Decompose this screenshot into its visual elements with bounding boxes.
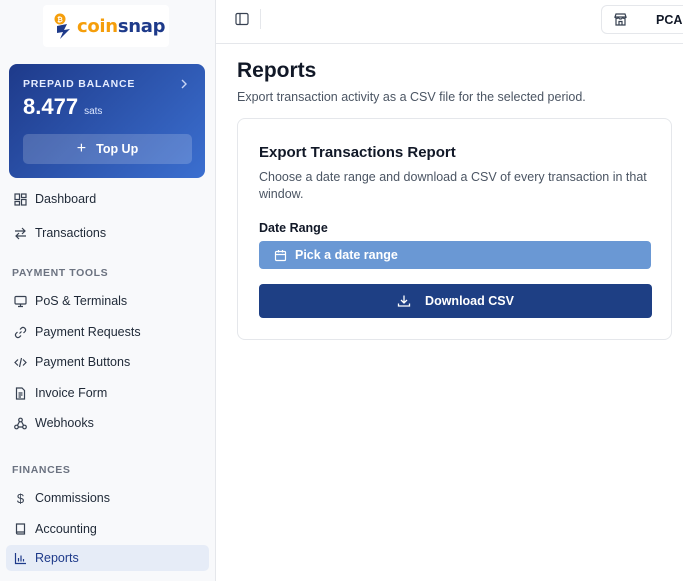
- sidebar-item-webhooks[interactable]: Webhooks: [6, 410, 209, 436]
- link-icon: [14, 326, 27, 339]
- download-csv-button[interactable]: Download CSV: [259, 284, 652, 318]
- topbar-divider: [260, 9, 261, 29]
- section-label-payment-tools: PAYMENT TOOLS: [12, 267, 109, 279]
- sidebar-item-payment-requests[interactable]: Payment Requests: [6, 319, 209, 345]
- page-title: Reports: [237, 59, 317, 82]
- top-up-label: Top Up: [96, 142, 139, 156]
- sidebar-item-commissions[interactable]: $ Commissions: [6, 485, 209, 511]
- sidebar-item-dashboard[interactable]: Dashboard: [6, 186, 209, 212]
- sidebar-toggle-icon[interactable]: [235, 12, 249, 26]
- store-name: PCA: [656, 12, 683, 27]
- sidebar-item-label: Reports: [35, 551, 79, 565]
- sidebar: ₿ coinsnap PREPAID BALANCE 8.477 sats + …: [0, 0, 216, 581]
- download-button-label: Download CSV: [425, 294, 514, 308]
- sidebar-item-payment-buttons[interactable]: Payment Buttons: [6, 349, 209, 375]
- transfer-arrows-icon: [14, 227, 27, 240]
- bar-chart-icon: [14, 552, 27, 565]
- dollar-icon: $: [16, 490, 25, 506]
- monitor-icon: [14, 295, 27, 308]
- balance-title: PREPAID BALANCE: [23, 78, 136, 90]
- dashboard-icon: [14, 192, 27, 206]
- date-range-button-label: Pick a date range: [295, 248, 398, 262]
- date-range-label: Date Range: [259, 221, 328, 235]
- sidebar-item-label: Invoice Form: [35, 386, 108, 400]
- chevron-right-icon[interactable]: [179, 77, 189, 92]
- sidebar-item-label: Accounting: [35, 522, 97, 536]
- balance-unit: sats: [84, 106, 103, 117]
- store-selector-button[interactable]: PCA: [601, 5, 683, 34]
- section-label-finances: FINANCES: [12, 464, 71, 476]
- sidebar-item-transactions[interactable]: Transactions: [6, 220, 209, 246]
- card-title: Export Transactions Report: [259, 144, 456, 161]
- webhook-icon: [14, 417, 27, 430]
- date-range-picker-button[interactable]: Pick a date range: [259, 241, 651, 269]
- card-description: Choose a date range and download a CSV o…: [259, 170, 647, 201]
- logo-text-snap: snap: [117, 15, 166, 37]
- sidebar-item-label: Webhooks: [35, 416, 94, 430]
- sidebar-item-label: Transactions: [35, 226, 107, 240]
- download-icon: [397, 294, 411, 308]
- sidebar-item-label: Payment Requests: [35, 325, 141, 339]
- book-icon: [14, 522, 27, 536]
- sidebar-item-reports[interactable]: Reports: [6, 545, 209, 571]
- export-report-card: Export Transactions Report Choose a date…: [237, 118, 672, 340]
- document-icon: [14, 386, 27, 400]
- sidebar-item-accounting[interactable]: Accounting: [6, 516, 209, 542]
- top-up-button[interactable]: + Top Up: [23, 134, 192, 164]
- svg-text:₿: ₿: [57, 16, 63, 24]
- code-icon: [14, 356, 27, 369]
- sidebar-item-label: Dashboard: [35, 192, 97, 206]
- logo-wordmark: coinsnap: [77, 15, 166, 37]
- page-subtitle: Export transaction activity as a CSV fil…: [237, 90, 586, 104]
- sidebar-item-label: PoS & Terminals: [35, 294, 128, 308]
- top-bar: PCA: [216, 0, 683, 44]
- coinsnap-logo[interactable]: ₿ coinsnap: [43, 5, 169, 47]
- store-icon: [613, 12, 628, 27]
- sidebar-item-label: Payment Buttons: [35, 355, 131, 369]
- sidebar-item-invoice-form[interactable]: Invoice Form: [6, 380, 209, 406]
- sidebar-item-pos-terminals[interactable]: PoS & Terminals: [6, 288, 209, 314]
- sidebar-item-label: Commissions: [35, 491, 111, 505]
- calendar-icon: [274, 249, 287, 262]
- prepaid-balance-card[interactable]: PREPAID BALANCE 8.477 sats + Top Up: [9, 64, 205, 178]
- balance-value: 8.477: [23, 94, 79, 119]
- coinsnap-logo-icon: ₿: [54, 13, 70, 39]
- logo-text-coin: coin: [77, 15, 118, 37]
- plus-icon: +: [76, 140, 87, 157]
